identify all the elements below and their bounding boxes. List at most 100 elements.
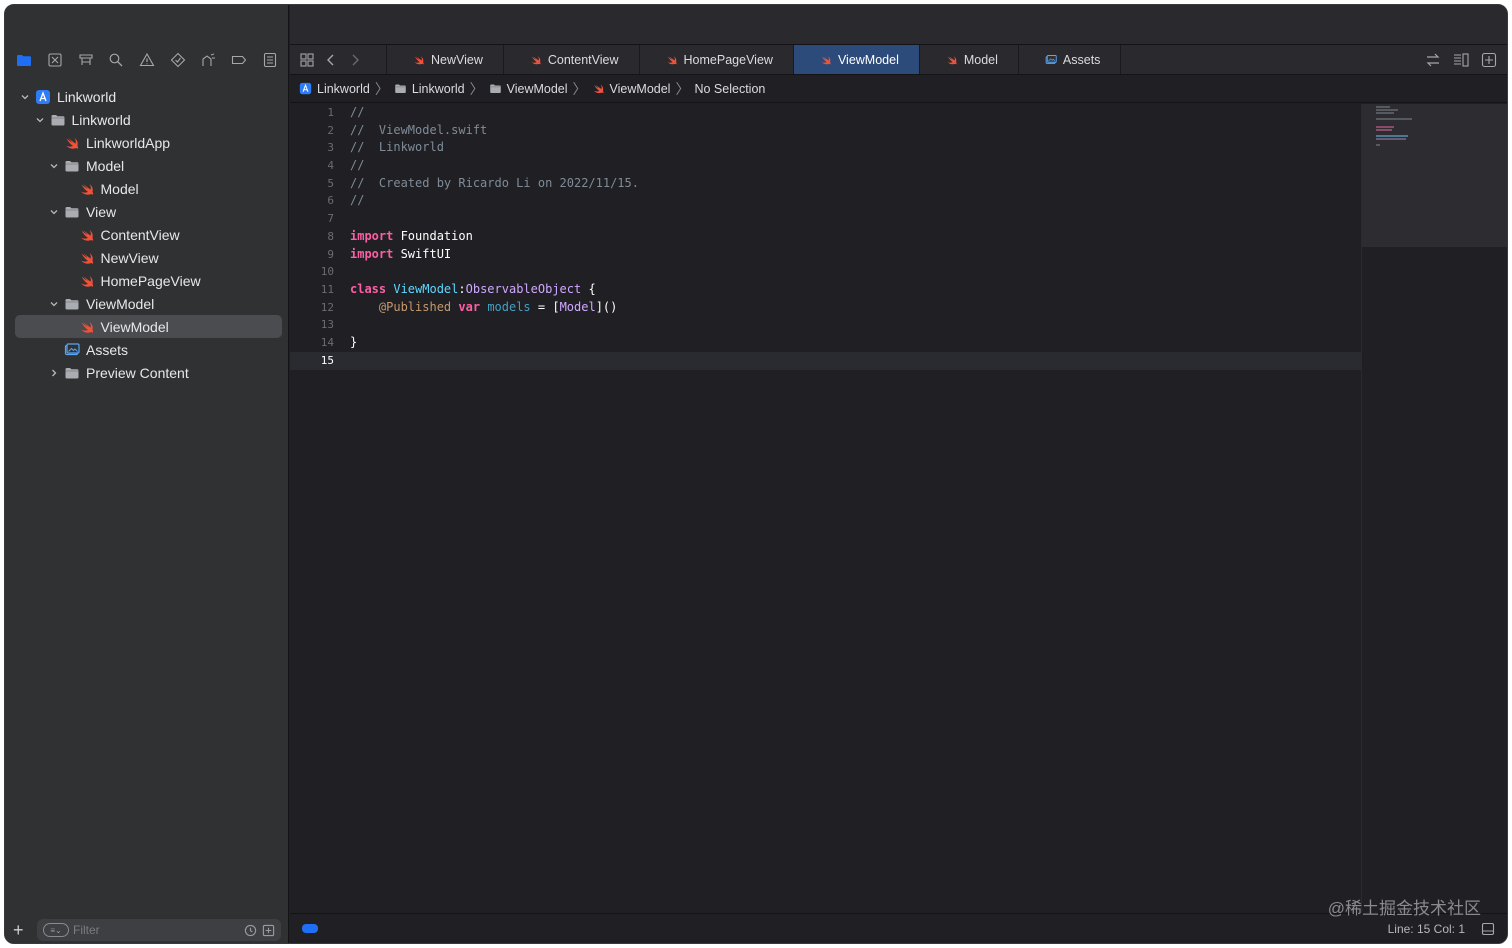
folder-icon [64,296,80,312]
minimap[interactable] [1361,104,1507,913]
breadcrumb-item[interactable]: Linkworld [299,82,370,96]
symbol-icon[interactable] [76,50,96,70]
editor-tab[interactable]: Assets [1017,45,1121,74]
code-line[interactable]: import SwiftUI [350,246,1361,264]
back-chevron-icon[interactable] [324,53,338,67]
search-icon[interactable] [106,50,126,70]
code-line[interactable] [350,352,1361,370]
tree-item[interactable]: Preview Content [15,361,282,384]
chevron-down-icon[interactable] [19,91,31,103]
tab-label: HomePageView [683,52,773,67]
filter-options-icon[interactable]: ≡⌄ [43,923,69,937]
tab-label: ViewModel [837,52,899,67]
swap-editor-icon[interactable] [1425,52,1441,68]
swift-icon [946,54,958,66]
navigator-sidebar: Linkworld Linkworld LinkworldApp Model Model… [5,5,289,943]
jump-bar: Linkworld 〉 Linkworld 〉 ViewModel 〉 ViewModel 〉… [290,75,1507,103]
source-control-filter-icon[interactable] [261,923,275,937]
tree-item[interactable]: ViewModel [15,292,282,315]
warning-icon[interactable] [137,50,157,70]
breadcrumb-item[interactable]: No Selection [694,82,765,96]
chevron-down-icon[interactable] [48,206,60,218]
folder-icon[interactable] [14,50,34,70]
tree-item-label: ViewModel [86,295,155,312]
related-items-icon[interactable] [300,52,314,67]
chevron-down-icon[interactable] [34,114,46,126]
code-line[interactable]: // Created by Ricardo Li on 2022/11/15. [350,175,1361,193]
tree-item[interactable]: Linkworld [15,85,282,108]
code-line[interactable] [350,210,1361,228]
breadcrumb-separator: 〉 [374,80,389,97]
code-token: Foundation [393,228,473,243]
tree-item[interactable]: Model [15,154,282,177]
chevron-down-icon[interactable] [48,160,60,172]
source-control-icon[interactable] [45,50,65,70]
chevron-placeholder [63,229,75,241]
tree-item[interactable]: HomePageView [15,269,282,292]
debug-area-toggle-icon[interactable] [302,924,318,933]
editor-tab[interactable]: HomePageView [638,45,793,74]
folder-icon [50,112,66,128]
tree-item[interactable]: Linkworld [15,108,282,131]
code-token: // ViewModel.swift [350,122,488,137]
breadcrumb-item[interactable]: ViewModel [592,82,670,96]
code-token: ObservableObject [465,281,582,296]
filter-field[interactable]: ≡⌄ [37,919,281,941]
report-icon[interactable] [260,50,280,70]
tabs-container: NewView ContentView HomePageView ViewModel M… [386,45,1120,74]
code-line[interactable]: // [350,192,1361,210]
code-line[interactable]: // ViewModel.swift [350,122,1361,140]
debug-icon[interactable] [198,50,218,70]
minimap-line [1376,138,1406,140]
watermark: @稀土掘金技术社区 [1327,899,1481,918]
test-icon[interactable] [168,50,188,70]
chevron-right-icon[interactable] [48,367,60,379]
code-line[interactable] [350,316,1361,334]
tree-item[interactable]: View [15,200,282,223]
forward-chevron-icon[interactable] [348,53,362,67]
filter-input[interactable] [73,923,239,937]
code-line[interactable] [350,263,1361,281]
minimap-line [1376,129,1392,131]
navigator-selector-bar [5,49,289,71]
code-token: ]() [595,299,618,314]
source-editor[interactable]: 1 2 3 4 5 6 7 8 9 10 11 12 13 14 15 //// ViewModel.swi… [290,104,1361,913]
line-number: 4 [327,159,334,173]
breadcrumb-label: ViewModel [506,81,568,96]
code-line[interactable]: @Published var models = [Model]() [350,299,1361,317]
code-token: // [350,193,365,208]
chevron-down-icon[interactable] [48,298,60,310]
tree-item[interactable]: NewView [15,246,282,269]
editor-tab[interactable]: Model [918,45,1018,74]
editor-tab[interactable]: ContentView [502,45,639,74]
editor-options-icon[interactable] [1453,52,1469,68]
folder-icon [394,82,407,95]
code-line[interactable]: // [350,104,1361,122]
code-text[interactable]: // // ViewModel.swift // Linkworld // // Cre… [350,104,1361,913]
code-line[interactable]: class ViewModel:ObservableObject { [350,281,1361,299]
code-line[interactable]: } [350,334,1361,352]
tree-item[interactable]: Assets [15,338,282,361]
tree-item-label: View [86,203,117,220]
code-line[interactable]: // [350,157,1361,175]
recent-files-icon[interactable] [243,923,257,937]
line-number: 12 [320,300,334,314]
tree-item[interactable]: ContentView [15,223,282,246]
breadcrumb-item[interactable]: ViewModel [489,82,568,96]
tree-item[interactable]: LinkworldApp [15,131,282,154]
breakpoint-icon[interactable] [229,50,249,70]
tree-item[interactable]: ViewModel [15,315,282,338]
editor-tab[interactable]: ViewModel [792,45,919,74]
minimap-line [1376,135,1408,137]
panel-toggle-icon[interactable] [1481,922,1495,936]
editor-tab[interactable]: NewView [386,45,503,74]
breadcrumb-item[interactable]: Linkworld [394,82,465,96]
code-line[interactable]: // Linkworld [350,139,1361,157]
sidebar-footer: + ≡⌄ [5,915,289,943]
add-file-button[interactable]: + [13,920,31,941]
add-editor-icon[interactable] [1481,52,1497,68]
tree-item[interactable]: Model [15,177,282,200]
code-line[interactable]: import Foundation [350,228,1361,246]
code-token: SwiftUI [393,246,452,261]
chevron-placeholder [48,137,60,149]
